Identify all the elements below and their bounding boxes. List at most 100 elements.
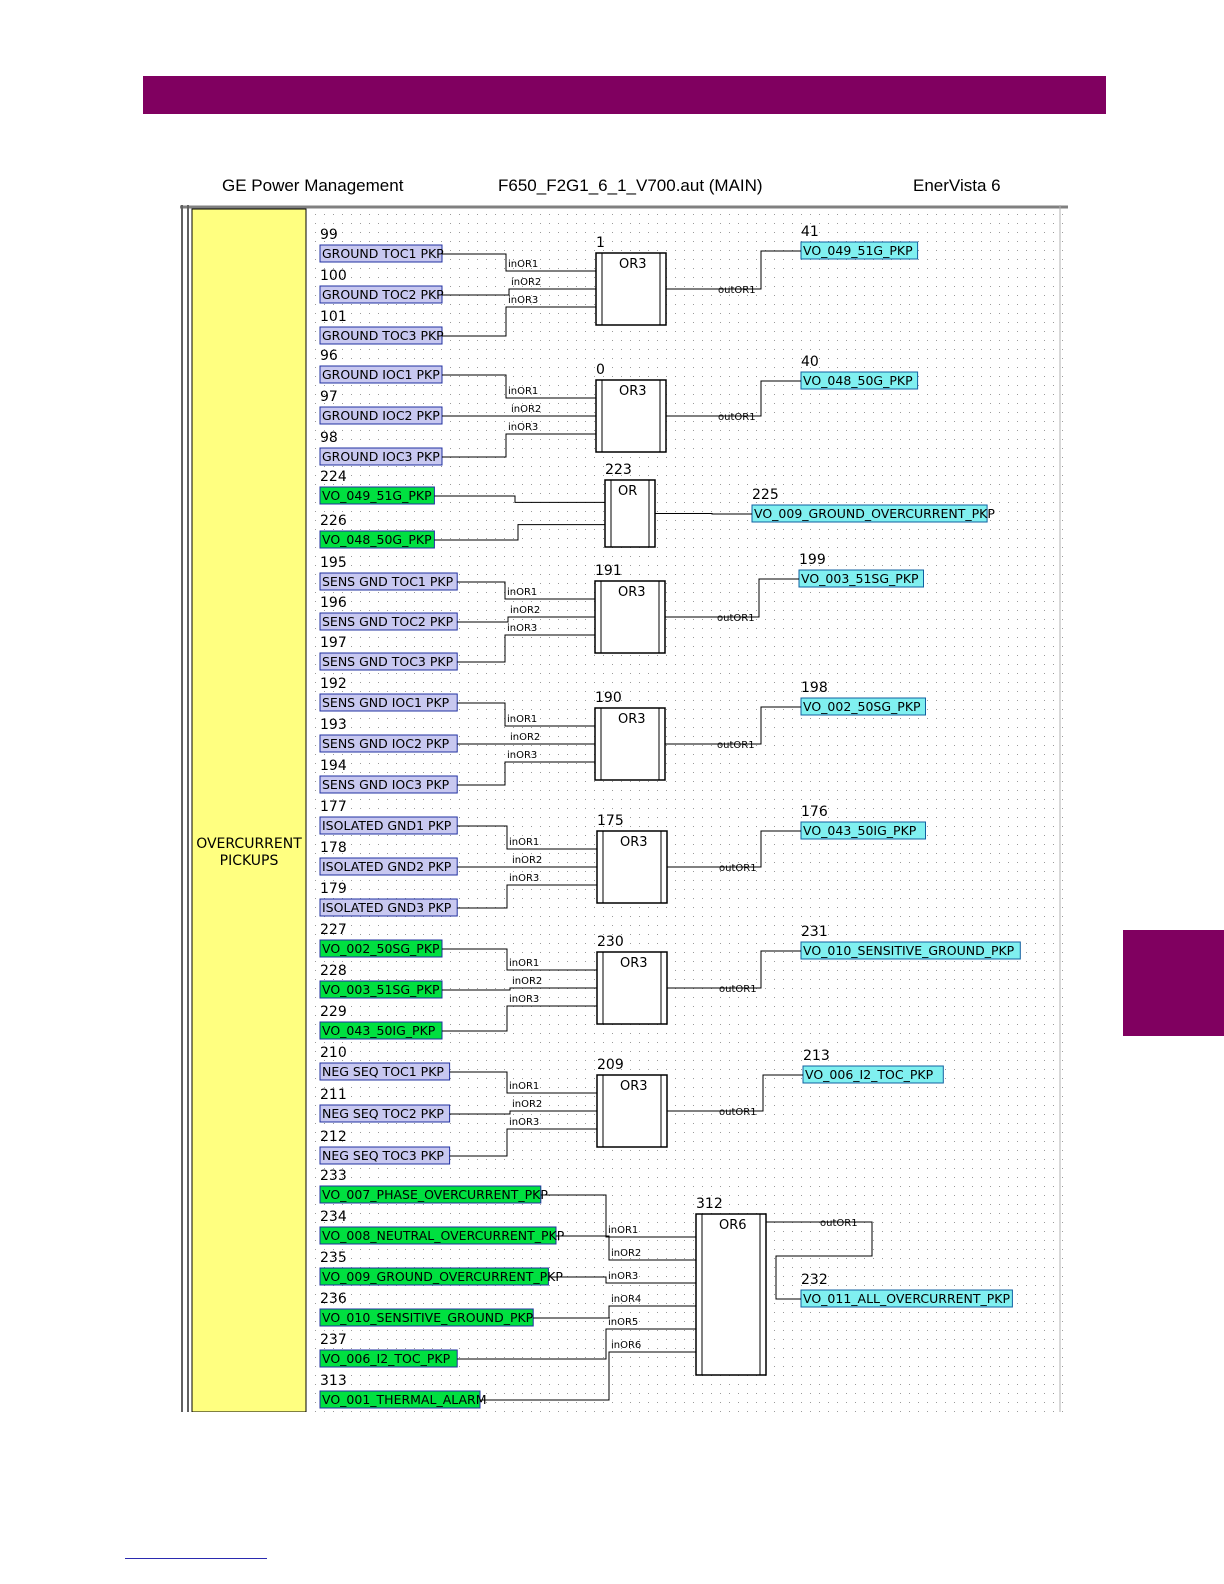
pin-label: inOR2 [512,976,542,987]
pin-label: inOR1 [509,958,539,969]
pin-label: inOR3 [509,873,539,884]
pin-label: outOR1 [718,412,756,423]
output-tag-label: VO_010_SENSITIVE_GROUND_PKP [803,943,1015,958]
input-number: 196 [320,595,347,611]
input-tag-label: VO_043_50IG_PKP [322,1023,436,1038]
input-number: 212 [320,1129,347,1145]
section-label-line2: PICKUPS [220,853,279,869]
input-tag-label: VO_002_50SG_PKP [322,941,440,956]
output-number: 176 [801,804,828,820]
pin-label: outOR1 [719,863,757,874]
pin-label: inOR2 [511,404,541,415]
gate-number: 223 [605,462,632,478]
chapter-tab [1123,930,1224,1036]
input-tag-label: GROUND TOC3 PKP [322,328,444,343]
input-number: 195 [320,555,347,571]
input-number: 178 [320,840,347,856]
input-number: 193 [320,717,347,733]
section-label-line1: OVERCURRENT [196,836,302,852]
gate-type: OR3 [620,835,648,850]
output-number: 40 [801,354,819,370]
output-tag-label: VO_049_51G_PKP [803,243,913,258]
output-tag-label: VO_048_50G_PKP [803,373,913,388]
header-company: GE Power Management [222,176,404,195]
input-number: 224 [320,469,347,485]
input-tag-label: VO_048_50G_PKP [322,532,432,547]
gate-number: 190 [595,690,622,706]
input-number: 96 [320,348,338,364]
input-tag-label: GROUND TOC2 PKP [322,287,444,302]
pin-label: outOR1 [719,984,757,995]
input-tag-label: VO_010_SENSITIVE_GROUND_PKP [322,1310,534,1325]
input-tag-label: VO_009_GROUND_OVERCURRENT_PKP [322,1269,563,1284]
output-tag-label: VO_043_50IG_PKP [803,823,917,838]
pin-label: inOR3 [508,422,538,433]
gate-type: OR3 [619,384,647,399]
pin-label: inOR4 [611,1294,641,1305]
output-tag-label: VO_003_51SG_PKP [801,571,919,586]
logic-diagram-frame: OVERCURRENT PICKUPS 99 GROUND TOC1 PKP inO… [180,205,1068,1412]
output-tag-label: VO_011_ALL_OVERCURRENT_PKP [803,1291,1011,1306]
input-tag-label: VO_008_NEUTRAL_OVERCURRENT_PKP [322,1228,565,1243]
output-tag-label: VO_006_I2_TOC_PKP [805,1067,934,1082]
gate-box[interactable] [695,1213,767,1376]
input-tag-label: SENS GND TOC2 PKP [322,614,454,629]
output-number: 225 [752,487,779,503]
input-number: 229 [320,1004,347,1020]
input-number: 234 [320,1209,347,1225]
pin-label: inOR1 [608,1225,638,1236]
input-number: 236 [320,1291,347,1307]
pin-label: inOR3 [608,1271,638,1282]
output-number: 231 [801,924,828,940]
pin-label: inOR2 [510,605,540,616]
input-tag-label: SENS GND IOC2 PKP [322,736,450,751]
input-number: 194 [320,758,347,774]
input-number: 179 [320,881,347,897]
pin-label: outOR1 [820,1218,858,1229]
input-tag-label: NEG SEQ TOC1 PKP [322,1064,444,1079]
gate-type: OR3 [618,585,646,600]
gate-number: 312 [696,1196,723,1212]
gate-type: OR6 [719,1218,747,1233]
input-tag-label: NEG SEQ TOC3 PKP [322,1148,444,1163]
gate-number: 175 [597,813,624,829]
input-number: 237 [320,1332,347,1348]
pin-label: inOR6 [611,1340,641,1351]
output-tag-label: VO_002_50SG_PKP [803,699,921,714]
gate-type: OR3 [619,257,647,272]
pin-label: outOR1 [717,613,755,624]
gate-number: 191 [595,563,622,579]
header-band [143,76,1106,114]
section-column [191,208,307,1412]
pin-label: inOR3 [507,623,537,634]
input-number: 99 [320,227,338,243]
pin-label: inOR2 [512,1099,542,1110]
gate-type: OR [618,484,637,499]
input-number: 100 [320,268,347,284]
gate-type: OR3 [620,956,648,971]
pin-label: outOR1 [719,1107,757,1118]
input-number: 313 [320,1373,347,1389]
pin-label: inOR3 [509,994,539,1005]
input-tag-label: GROUND IOC3 PKP [322,449,440,464]
gate-number: 1 [596,235,605,251]
header-filename: F650_F2G1_6_1_V700.aut (MAIN) [498,176,763,195]
input-number: 97 [320,389,338,405]
input-number: 210 [320,1045,347,1061]
wire [655,513,752,515]
input-tag-label: SENS GND TOC3 PKP [322,654,454,669]
input-number: 192 [320,676,347,692]
pin-label: inOR1 [509,837,539,848]
output-number: 213 [803,1048,830,1064]
input-tag-label: GROUND IOC1 PKP [322,367,440,382]
input-tag-label: SENS GND IOC3 PKP [322,777,450,792]
pin-label: inOR2 [511,277,541,288]
input-number: 197 [320,635,347,651]
input-tag-label: ISOLATED GND3 PKP [322,900,452,915]
gate-type: OR3 [620,1079,648,1094]
pin-label: inOR1 [507,587,537,598]
output-number: 198 [801,680,828,696]
pin-label: inOR2 [510,732,540,743]
input-number: 211 [320,1087,347,1103]
pin-label: inOR1 [507,714,537,725]
